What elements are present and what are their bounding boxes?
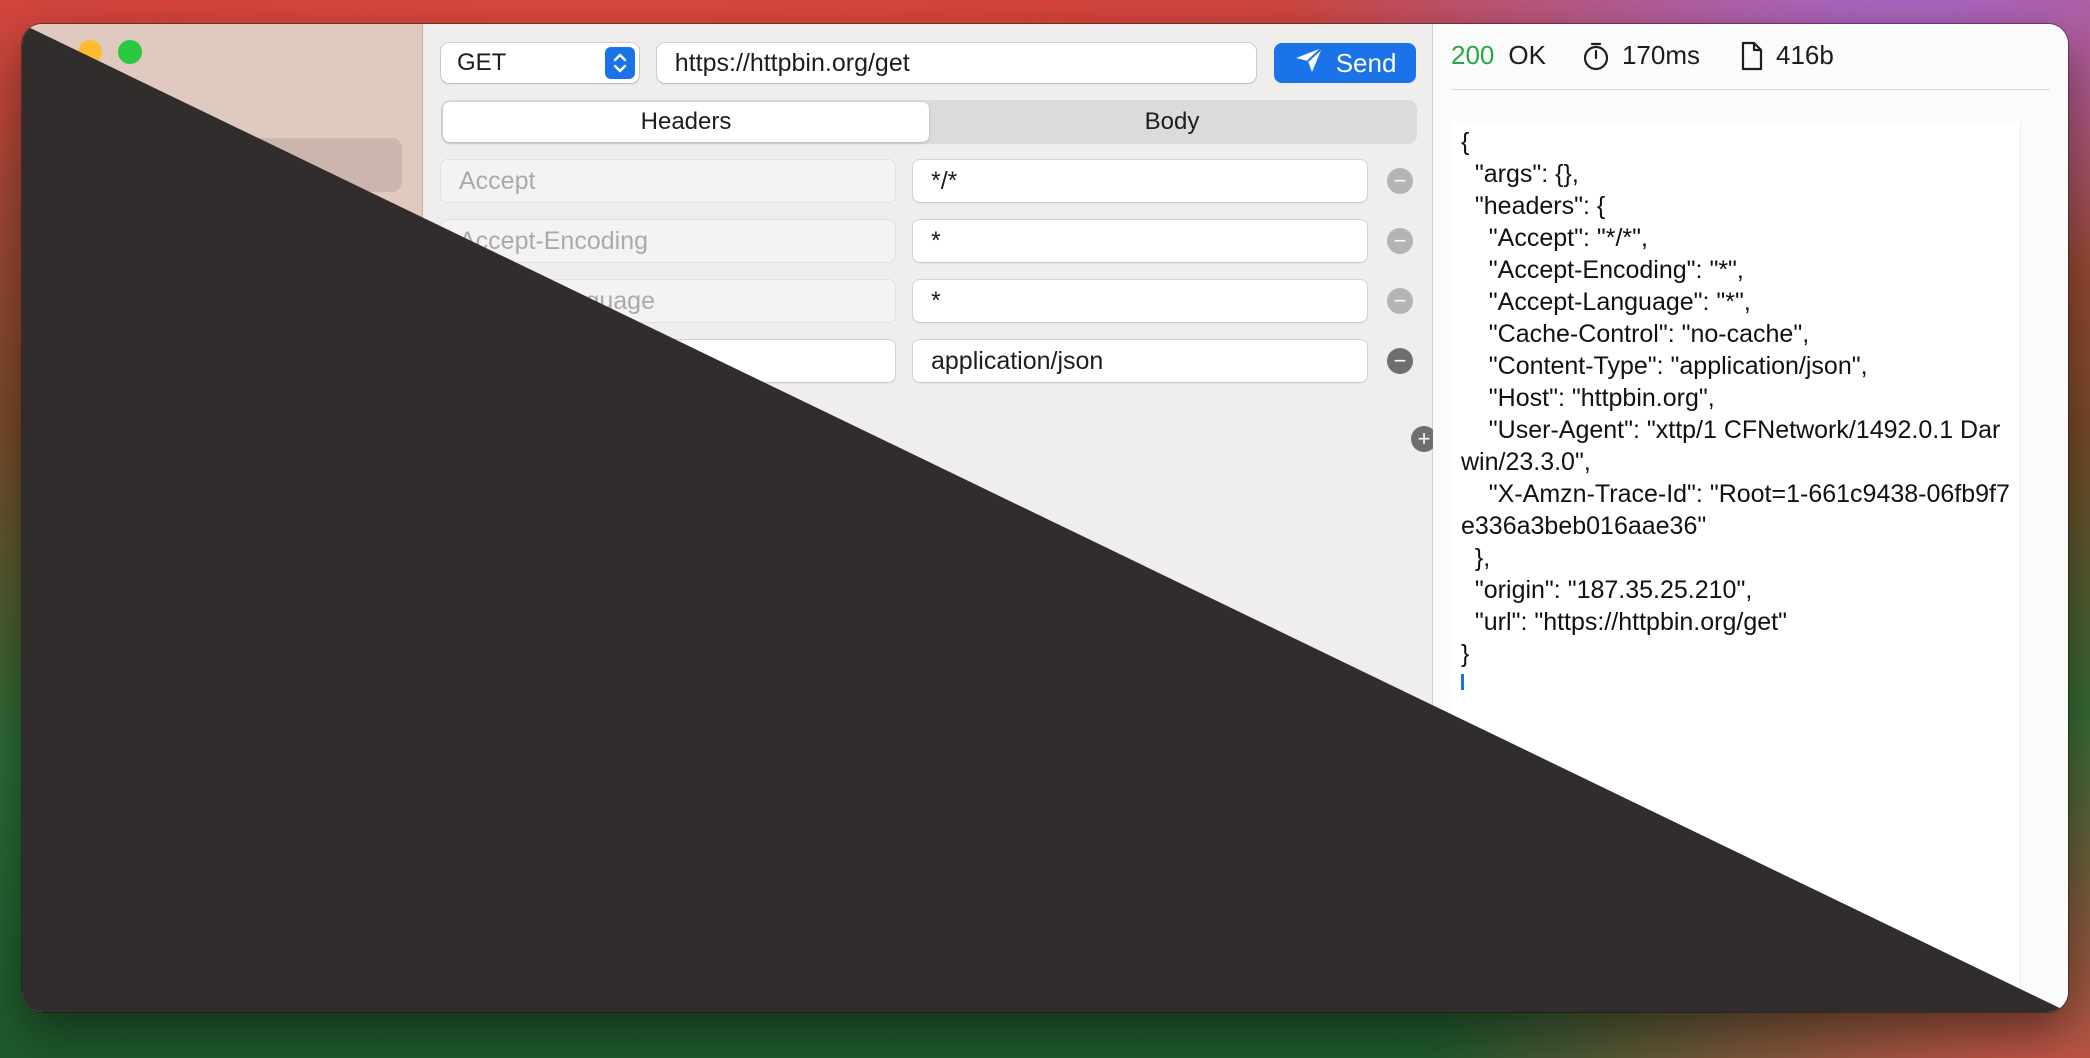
header-value-field[interactable]: application/json [913,340,1367,382]
request-item[interactable]: PUT Update user info [42,250,402,304]
header-key-field[interactable]: Content-Type [441,340,895,382]
send-button[interactable]: Send [1274,43,1416,83]
plus-icon: + [1417,426,1431,451]
minus-icon: − [1393,348,1407,373]
headers-list: Accept */* − Accept-Encoding * − Accept-Langua… [441,160,1431,400]
text-caret [1461,674,1464,690]
method-badge: POST [52,209,110,233]
tab-headers[interactable]: Headers [443,102,929,142]
header-row: Accept-Language * − [441,280,1431,340]
sidebar-heading: My requests [50,106,173,129]
header-value-field[interactable]: * [913,220,1367,262]
header-value-field[interactable]: */* [913,160,1367,202]
remove-header-button[interactable]: − [1387,168,1413,194]
method-select[interactable]: GET [441,43,639,83]
method-badge: PUT [52,265,110,289]
status-text: OK [1508,40,1546,70]
zoom-window-button[interactable] [118,40,142,64]
tab-body[interactable]: Body [929,102,1415,142]
timer-icon [1582,41,1610,71]
request-item[interactable]: GET Get user data [42,138,402,192]
minimize-window-button[interactable] [78,40,102,64]
method-select-value: GET [457,49,507,76]
request-list: GET Get user data POST Add new user PUT Updat… [42,138,402,306]
response-status-bar: 200 OK 170ms 416b [1451,40,1834,71]
header-key-field[interactable]: Accept [441,160,895,202]
response-time: 170ms [1621,40,1701,70]
paper-plane-icon [1294,46,1324,81]
chevron-up-down-icon [604,47,635,79]
url-input[interactable]: https://httpbin.org/get [656,43,1257,83]
remove-header-button[interactable]: − [1387,228,1413,254]
document-icon [1740,41,1764,71]
minus-icon: − [1393,228,1407,253]
close-window-button[interactable] [38,40,62,64]
header-value-field[interactable]: * [913,280,1367,322]
response-panel: 200 OK 170ms 416b { "args": {}, "headers… [1433,24,2068,1012]
header-row: Accept-Encoding * − [441,220,1431,280]
response-body-text[interactable]: { "args": {}, "headers": { "Accept": "*/… [1451,122,2020,674]
request-editor: GET https://httpbin.org/get Send Headers… [423,24,1437,1012]
header-row: Content-Type application/json − [441,340,1431,400]
divider [1451,89,2050,90]
sidebar: My requests GET Get user data POST Add new … [22,24,423,1012]
window-controls [38,40,142,64]
app-window: My requests GET Get user data POST Add new … [22,24,2068,1012]
response-size: 416b [1776,40,1834,70]
request-item-label: Add new user [126,205,285,236]
request-item-label: Get user data [126,149,284,180]
send-button-label: Send [1335,47,1397,78]
response-body-pane[interactable]: { "args": {}, "headers": { "Accept": "*/… [1451,122,2021,998]
request-item[interactable]: POST Add new user [42,194,402,248]
minus-icon: − [1393,288,1407,313]
remove-header-button[interactable]: − [1387,288,1413,314]
method-badge: GET [52,153,110,177]
request-toolbar: GET https://httpbin.org/get Send [441,42,1416,84]
header-key-field[interactable]: Accept-Encoding [441,220,895,262]
remove-header-button[interactable]: − [1387,348,1413,374]
status-code: 200 [1451,40,1495,70]
request-item-label: Update user info [126,261,317,292]
header-key-field[interactable]: Accept-Language [441,280,895,322]
request-tabs: Headers Body [441,100,1417,144]
header-row: Accept */* − [441,160,1431,220]
minus-icon: − [1393,168,1407,193]
